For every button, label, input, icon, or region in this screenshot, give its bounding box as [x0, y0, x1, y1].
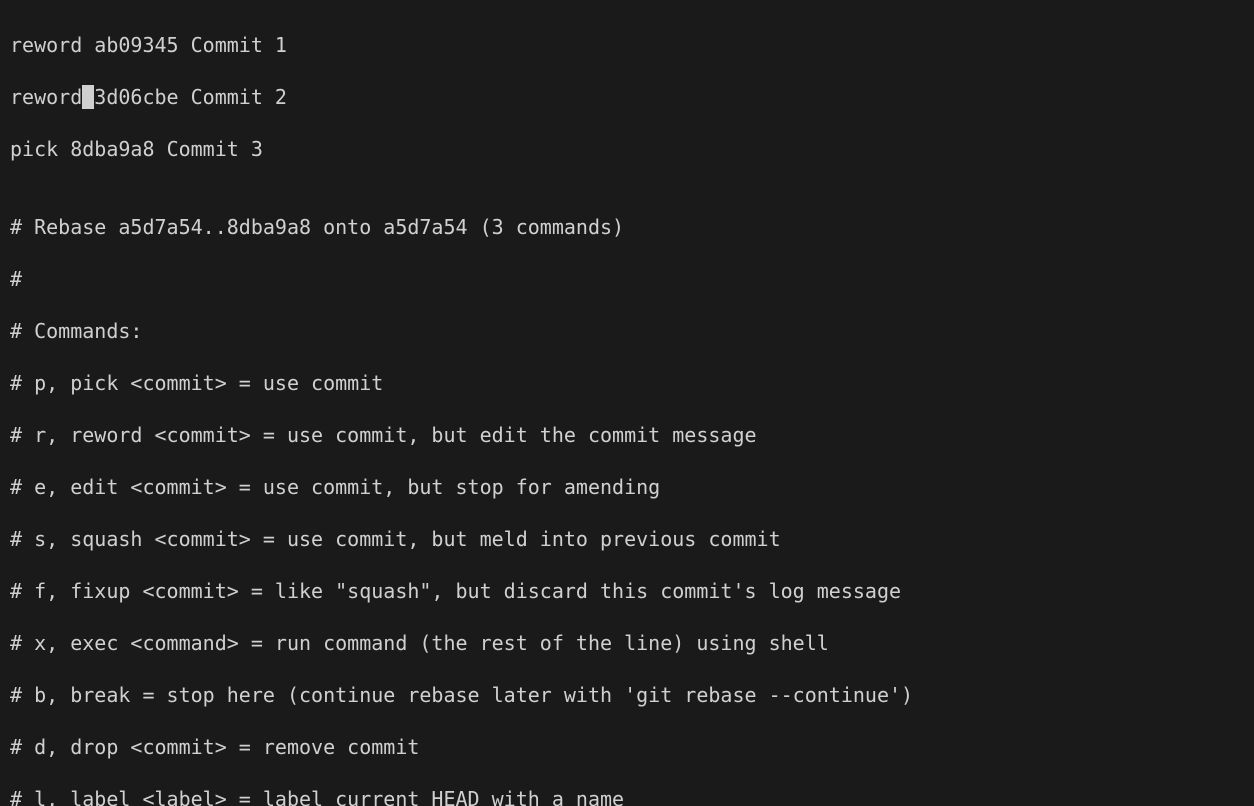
commit-line[interactable]: pick 8dba9a8 Commit 3 — [10, 136, 1244, 162]
comment-line: # f, fixup <commit> = like "squash", but… — [10, 578, 1244, 604]
commit-message: Commit 2 — [191, 85, 287, 109]
commit-message: Commit 1 — [191, 33, 287, 57]
commit-message: Commit 3 — [167, 137, 263, 161]
comment-line: # l, label <label> = label current HEAD … — [10, 786, 1244, 806]
commit-line[interactable]: reword 3d06cbe Commit 2 — [10, 84, 1244, 110]
comment-line: # Commands: — [10, 318, 1244, 344]
commit-hash: 3d06cbe — [94, 85, 178, 109]
comment-line: # x, exec <command> = run command (the r… — [10, 630, 1244, 656]
rebase-action: reword — [10, 85, 82, 109]
comment-line: # r, reword <commit> = use commit, but e… — [10, 422, 1244, 448]
rebase-action: pick — [10, 137, 58, 161]
rebase-action: reword — [10, 33, 82, 57]
comment-line: # s, squash <commit> = use commit, but m… — [10, 526, 1244, 552]
comment-line: # Rebase a5d7a54..8dba9a8 onto a5d7a54 (… — [10, 214, 1244, 240]
commit-hash: 8dba9a8 — [70, 137, 154, 161]
comment-line: # b, break = stop here (continue rebase … — [10, 682, 1244, 708]
commit-line[interactable]: reword ab09345 Commit 1 — [10, 32, 1244, 58]
comment-line: # d, drop <commit> = remove commit — [10, 734, 1244, 760]
text-cursor — [82, 85, 94, 109]
git-rebase-todo-editor[interactable]: reword ab09345 Commit 1 reword 3d06cbe C… — [0, 0, 1254, 806]
commit-hash: ab09345 — [94, 33, 178, 57]
comment-line: # e, edit <commit> = use commit, but sto… — [10, 474, 1244, 500]
comment-line: # p, pick <commit> = use commit — [10, 370, 1244, 396]
comment-line: # — [10, 266, 1244, 292]
